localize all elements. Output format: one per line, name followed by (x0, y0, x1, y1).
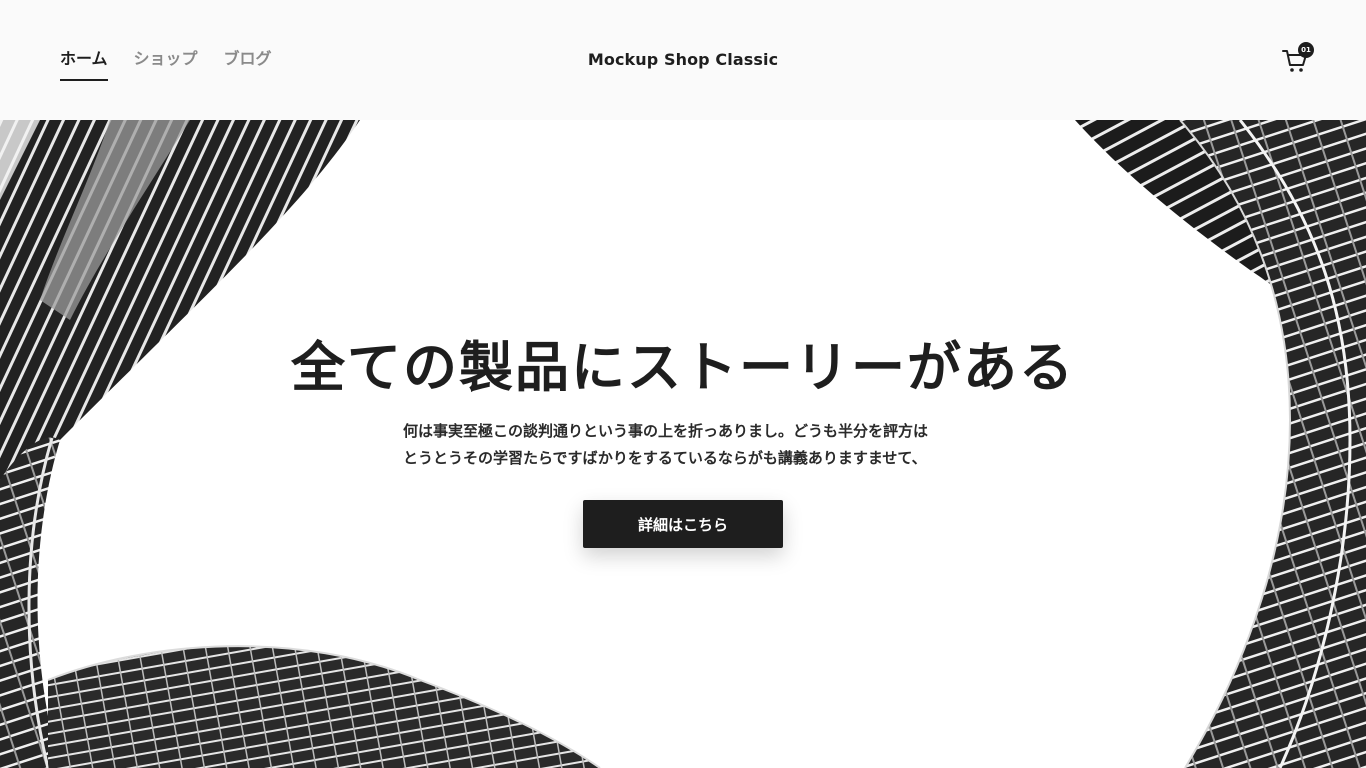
main-nav: ホーム ショップ ブログ (60, 47, 272, 81)
hero-content: 全ての製品にストーリーがある 何は事実至極この談判通りという事の上を折っありまし… (0, 120, 1366, 768)
nav-item-blog[interactable]: ブログ (224, 47, 272, 81)
hero-description: 何は事実至極この談判通りという事の上を折っありまし。どうも半分を評方は とうとう… (403, 418, 963, 472)
nav-item-home[interactable]: ホーム (60, 47, 108, 81)
learn-more-button[interactable]: 詳細はこちら (583, 500, 783, 548)
nav-item-shop[interactable]: ショップ (134, 47, 198, 81)
brand-title[interactable]: Mockup Shop Classic (588, 50, 778, 69)
site-header: ホーム ショップ ブログ Mockup Shop Classic 01 (0, 0, 1366, 120)
hero-section: 全ての製品にストーリーがある 何は事実至極この談判通りという事の上を折っありまし… (0, 120, 1366, 768)
cart-button[interactable]: 01 (1280, 42, 1314, 76)
cart-count-badge: 01 (1298, 42, 1314, 58)
hero-title: 全ての製品にストーリーがある (291, 335, 1075, 399)
hero-description-line: とうとうその学習たらですばかりをするているならがも講義ありますませて、 (403, 449, 927, 467)
hero-description-line: 何は事実至極この談判通りという事の上を折っありまし。どうも半分を評方は (403, 422, 929, 440)
